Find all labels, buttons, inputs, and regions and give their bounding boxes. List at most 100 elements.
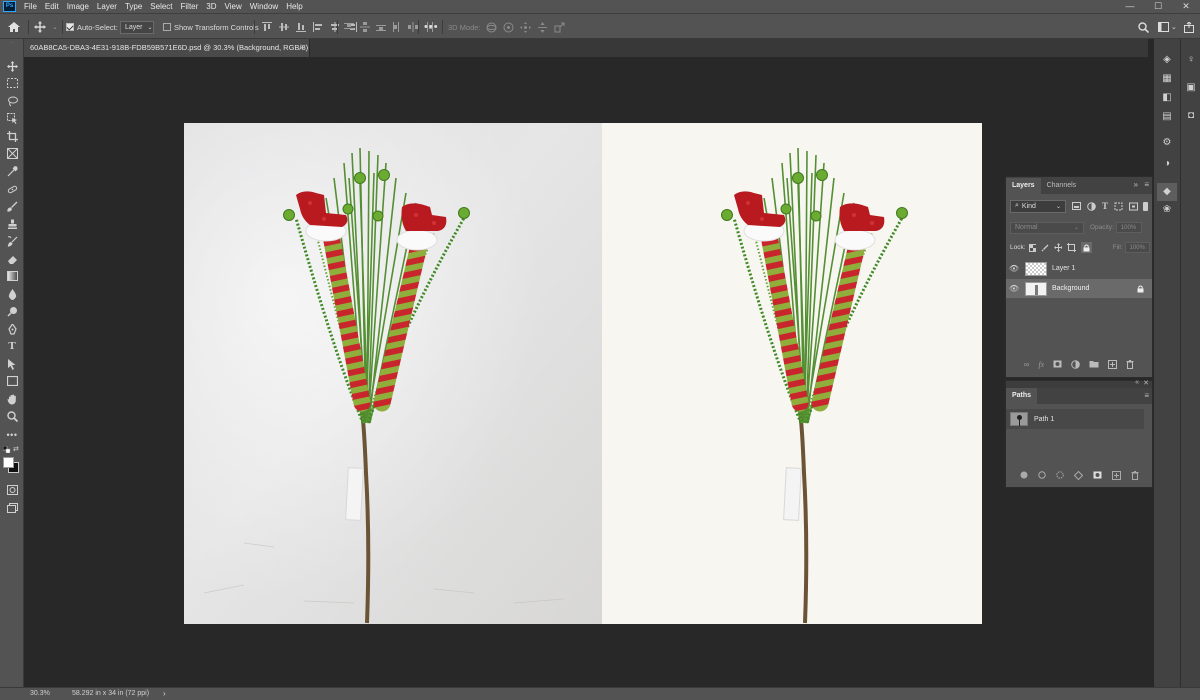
frame-tool[interactable] — [3, 145, 21, 161]
distribute-hcenter-icon[interactable] — [408, 22, 418, 32]
distribute-bottom-icon[interactable] — [376, 22, 386, 32]
panel-menu-icon[interactable]: ≡ — [1144, 180, 1149, 189]
3d-slide-icon[interactable] — [537, 21, 548, 33]
filter-type-icon[interactable]: T — [1102, 201, 1108, 211]
layer-row-layer-1[interactable]: 👁 Layer 1 — [1006, 259, 1152, 278]
type-tool[interactable]: T — [3, 338, 21, 354]
foreground-color-swatch[interactable] — [3, 457, 14, 468]
menu-3d[interactable]: 3D — [202, 0, 220, 13]
comments-panel-icon[interactable]: ◘ — [1183, 109, 1199, 123]
menu-file[interactable]: File — [20, 0, 41, 13]
align-vertical-center-icon[interactable] — [279, 22, 289, 32]
hand-tool[interactable] — [3, 391, 21, 407]
show-transform-controls-toggle[interactable]: Show Transform Controls — [163, 14, 259, 40]
delete-path-icon[interactable] — [1131, 470, 1139, 480]
distribute-vcenter-icon[interactable] — [360, 22, 370, 32]
lock-position-icon[interactable] — [1053, 243, 1063, 252]
menu-help[interactable]: Help — [282, 0, 306, 13]
lasso-tool[interactable] — [3, 93, 21, 109]
channels-panel-icon[interactable]: ❀ — [1159, 203, 1175, 217]
layers-panel-icon[interactable]: ◆ — [1157, 183, 1177, 201]
status-menu-arrow[interactable]: › — [163, 688, 166, 700]
make-work-path-icon[interactable] — [1073, 470, 1083, 480]
menu-image[interactable]: Image — [63, 0, 93, 13]
rectangle-tool[interactable] — [3, 373, 21, 389]
move-tool-preset[interactable]: ⌄ — [34, 14, 58, 40]
path-selection-tool[interactable] — [3, 356, 21, 372]
tab-layers[interactable]: Layers — [1006, 178, 1041, 194]
document-canvas[interactable] — [184, 123, 982, 624]
add-vector-mask-icon[interactable] — [1093, 471, 1102, 479]
dodge-tool[interactable] — [3, 303, 21, 319]
object-selection-tool[interactable] — [3, 110, 21, 126]
photoshop-logo-icon[interactable]: Ps — [3, 1, 16, 12]
3d-roll-icon[interactable] — [503, 22, 514, 33]
visibility-eye-icon[interactable]: 👁 — [1006, 264, 1022, 273]
menu-window[interactable]: Window — [246, 0, 282, 13]
distribute-left-icon[interactable] — [392, 22, 402, 32]
link-layers-icon[interactable]: ∞ — [1024, 360, 1030, 369]
zoom-level[interactable]: 30.3% — [30, 688, 50, 700]
auto-select-toggle[interactable]: Auto-Select: — [66, 14, 118, 40]
distribute-top-icon[interactable] — [344, 22, 354, 32]
filter-smart-object-icon[interactable] — [1129, 202, 1139, 211]
maximize-button[interactable]: ☐ — [1144, 0, 1172, 13]
opacity-field[interactable]: 100% — [1115, 222, 1142, 233]
3d-pan-icon[interactable] — [520, 21, 531, 33]
menu-select[interactable]: Select — [146, 0, 176, 13]
eraser-tool[interactable] — [3, 251, 21, 267]
brush-tool[interactable] — [3, 198, 21, 214]
3d-orbit-icon[interactable] — [486, 22, 497, 33]
3d-scale-icon[interactable] — [554, 22, 565, 33]
marquee-tool[interactable] — [3, 75, 21, 91]
libraries-panel-icon[interactable]: ▣ — [1183, 81, 1199, 95]
close-window-button[interactable]: ✕ — [1172, 0, 1200, 13]
stroke-path-icon[interactable] — [1037, 471, 1046, 479]
search-button[interactable] — [1138, 14, 1149, 40]
layer-row-background[interactable]: 👁 Background — [1006, 279, 1152, 298]
swatches-panel-icon[interactable]: ▦ — [1159, 72, 1175, 86]
path-row-path-1[interactable]: Path 1 — [1006, 409, 1144, 429]
filter-pixel-icon[interactable] — [1072, 202, 1081, 210]
move-tool[interactable] — [3, 58, 21, 74]
more-options-icon[interactable]: ••• — [424, 14, 439, 40]
filter-kind-dropdown[interactable]: ⌕ Kind ⌄ — [1010, 199, 1066, 213]
document-tab[interactable]: 60AB8CA5-DBA3-4E31-918B-FDB59B571E6D.psd… — [24, 39, 310, 70]
tab-paths[interactable]: Paths — [1006, 388, 1038, 404]
toolbar-grip[interactable]: ·· — [3, 40, 21, 46]
collapse-panel-icon[interactable]: » — [1134, 180, 1138, 189]
add-mask-icon[interactable] — [1053, 360, 1062, 368]
blend-mode-dropdown[interactable]: Normal ⌄ — [1010, 221, 1084, 234]
fill-path-icon[interactable] — [1020, 471, 1028, 479]
lock-artboard-icon[interactable] — [1067, 243, 1077, 252]
clone-stamp-tool[interactable] — [3, 216, 21, 232]
align-left-icon[interactable] — [313, 22, 323, 32]
gradient-tool[interactable] — [3, 268, 21, 284]
layer-lock-icon[interactable] — [1137, 285, 1144, 293]
3d-panel-icon[interactable]: ◈ — [1159, 53, 1175, 67]
close-panel-icon[interactable]: ✕ — [1143, 379, 1149, 387]
lock-all-button[interactable] — [1081, 242, 1092, 253]
gradients-panel-icon[interactable]: ◧ — [1159, 91, 1175, 105]
layer-style-fx-icon[interactable]: fx — [1038, 360, 1044, 369]
blur-tool[interactable] — [3, 286, 21, 302]
patterns-panel-icon[interactable]: ▤ — [1159, 110, 1175, 124]
menu-layer[interactable]: Layer — [93, 0, 121, 13]
new-path-icon[interactable] — [1111, 470, 1121, 480]
edit-toolbar-button[interactable]: ••• — [3, 427, 21, 443]
align-bottom-icon[interactable] — [296, 22, 306, 32]
properties-panel-icon[interactable]: ⚙ — [1159, 136, 1175, 150]
lock-image-pixels-icon[interactable] — [1041, 244, 1049, 252]
menu-edit[interactable]: Edit — [41, 0, 63, 13]
zoom-tool[interactable] — [3, 408, 21, 424]
default-colors-icon[interactable] — [2, 445, 11, 454]
history-brush-tool[interactable] — [3, 233, 21, 249]
menu-type[interactable]: Type — [121, 0, 146, 13]
align-top-icon[interactable] — [262, 22, 272, 32]
adjustments-panel-icon[interactable]: ◑ — [1159, 157, 1175, 171]
eyedropper-tool[interactable] — [3, 163, 21, 179]
align-horizontal-center-icon[interactable] — [330, 22, 340, 32]
menu-view[interactable]: View — [221, 0, 246, 13]
learn-panel-icon[interactable]: ♀ — [1183, 53, 1199, 67]
lock-transparent-pixels-icon[interactable] — [1028, 243, 1037, 252]
